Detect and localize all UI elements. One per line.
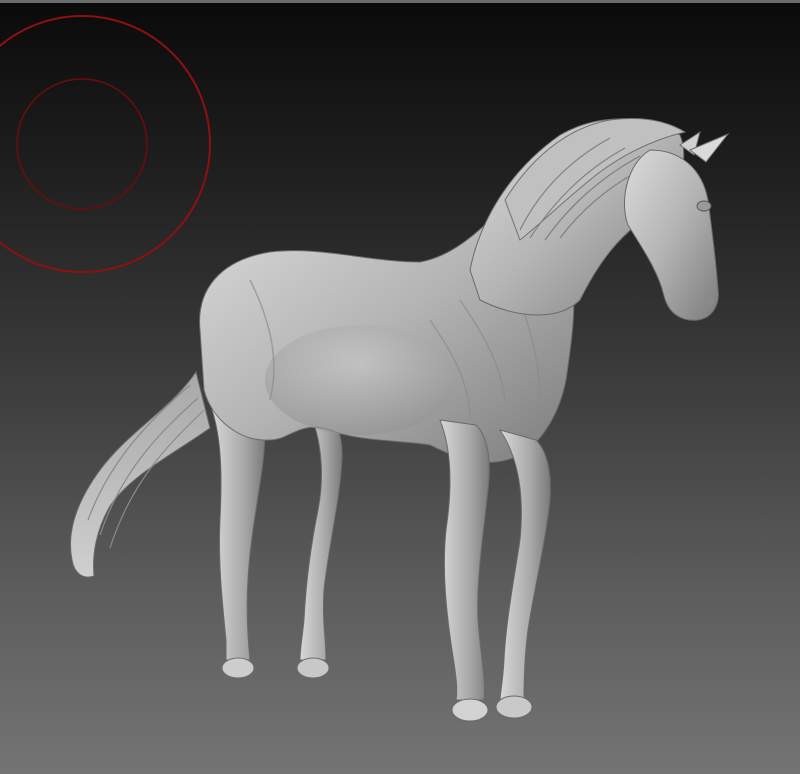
hoof-hind-near — [221, 657, 255, 679]
horse-belly — [265, 325, 455, 435]
horse-sculpt-icon[interactable] — [69, 118, 730, 722]
brush-draw-size-ring — [0, 15, 211, 273]
hoof-fore-far — [495, 695, 533, 719]
hind-leg-far — [298, 399, 343, 661]
horse-head — [623, 149, 719, 321]
sculpt-viewport[interactable] — [0, 0, 800, 774]
hind-leg-near — [211, 404, 266, 661]
horse-tail — [69, 370, 211, 578]
horse-eye — [696, 200, 712, 212]
hoof-fore-near — [451, 698, 489, 722]
viewport-canvas[interactable] — [0, 0, 800, 774]
brush-focal-ring — [16, 78, 148, 210]
foreleg-far — [498, 429, 551, 701]
foreleg-near — [439, 419, 490, 701]
hoof-hind-far — [296, 657, 330, 679]
horse-nostril — [706, 294, 714, 306]
brush-cursor[interactable] — [0, 15, 211, 273]
